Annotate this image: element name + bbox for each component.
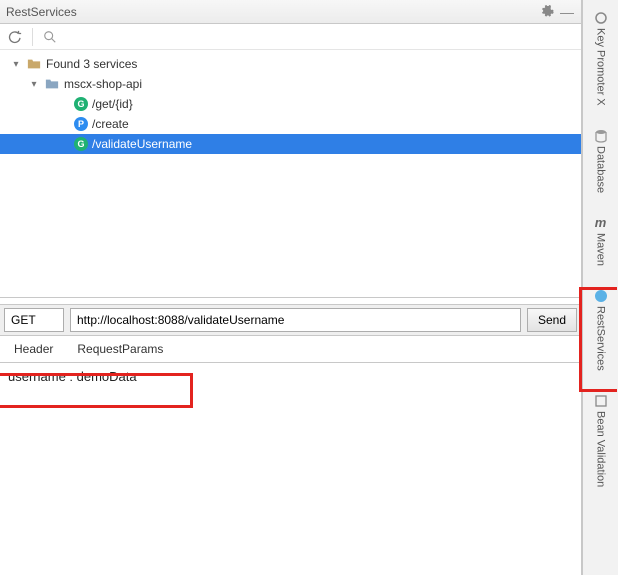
service-tree: ▾ Found 3 services ▾ mscx-shop-api · G /… <box>0 50 581 298</box>
minimize-icon[interactable]: — <box>559 4 575 20</box>
sidebar-item-key-promoter[interactable]: Key Promoter X <box>593 6 609 110</box>
tool-sidebar: Key Promoter X Database m Maven RestServ… <box>582 0 618 575</box>
toolbar <box>0 24 581 50</box>
titlebar: RestServices — <box>0 0 581 24</box>
refresh-icon[interactable] <box>6 28 24 46</box>
http-method-value: GET <box>11 313 36 327</box>
params-body[interactable]: username : demoData <box>0 362 581 575</box>
sidebar-item-label: Key Promoter X <box>595 28 607 106</box>
gear-icon[interactable] <box>539 4 555 20</box>
sidebar-item-label: Database <box>595 146 607 193</box>
send-button[interactable]: Send <box>527 308 577 332</box>
separator <box>32 28 33 46</box>
sidebar-item-label: Bean Validation <box>595 411 607 487</box>
request-bar: GET Send <box>0 304 581 336</box>
sidebar-item-label: RestServices <box>595 306 607 371</box>
rest-icon <box>593 288 609 304</box>
endpoint-path: /get/{id} <box>92 97 133 111</box>
method-badge-post: P <box>74 117 88 131</box>
request-tabs: Header RequestParams <box>0 336 581 362</box>
endpoint-validate-username[interactable]: · G /validateUsername <box>0 134 581 154</box>
tree-root[interactable]: ▾ Found 3 services <box>0 54 581 74</box>
method-badge-get: G <box>74 97 88 111</box>
folder-icon <box>26 56 42 72</box>
chevron-down-icon: ▾ <box>10 59 22 70</box>
panel-title: RestServices <box>6 5 77 19</box>
tab-request-params[interactable]: RequestParams <box>77 338 163 360</box>
sidebar-item-maven[interactable]: m Maven <box>593 211 609 270</box>
url-input[interactable] <box>70 308 521 332</box>
tool-icon <box>593 10 609 26</box>
maven-icon: m <box>593 215 609 231</box>
validation-icon <box>593 393 609 409</box>
method-badge-get: G <box>74 137 88 151</box>
tab-header[interactable]: Header <box>14 338 53 360</box>
endpoint-create[interactable]: · P /create <box>0 114 581 134</box>
http-method-select[interactable]: GET <box>4 308 64 332</box>
database-icon <box>593 128 609 144</box>
tree-module[interactable]: ▾ mscx-shop-api <box>0 74 581 94</box>
chevron-down-icon: ▾ <box>28 79 40 90</box>
endpoint-path: /create <box>92 117 129 131</box>
package-icon <box>44 76 60 92</box>
search-icon[interactable] <box>41 28 59 46</box>
sidebar-item-label: Maven <box>595 233 607 266</box>
param-line: username : demoData <box>8 369 137 384</box>
endpoint-path: /validateUsername <box>92 137 192 151</box>
tree-module-label: mscx-shop-api <box>64 77 142 91</box>
sidebar-item-bean-validation[interactable]: Bean Validation <box>593 389 609 491</box>
tree-root-label: Found 3 services <box>46 57 137 71</box>
sidebar-item-database[interactable]: Database <box>593 124 609 197</box>
endpoint-get-id[interactable]: · G /get/{id} <box>0 94 581 114</box>
sidebar-item-restservices[interactable]: RestServices <box>593 284 609 375</box>
